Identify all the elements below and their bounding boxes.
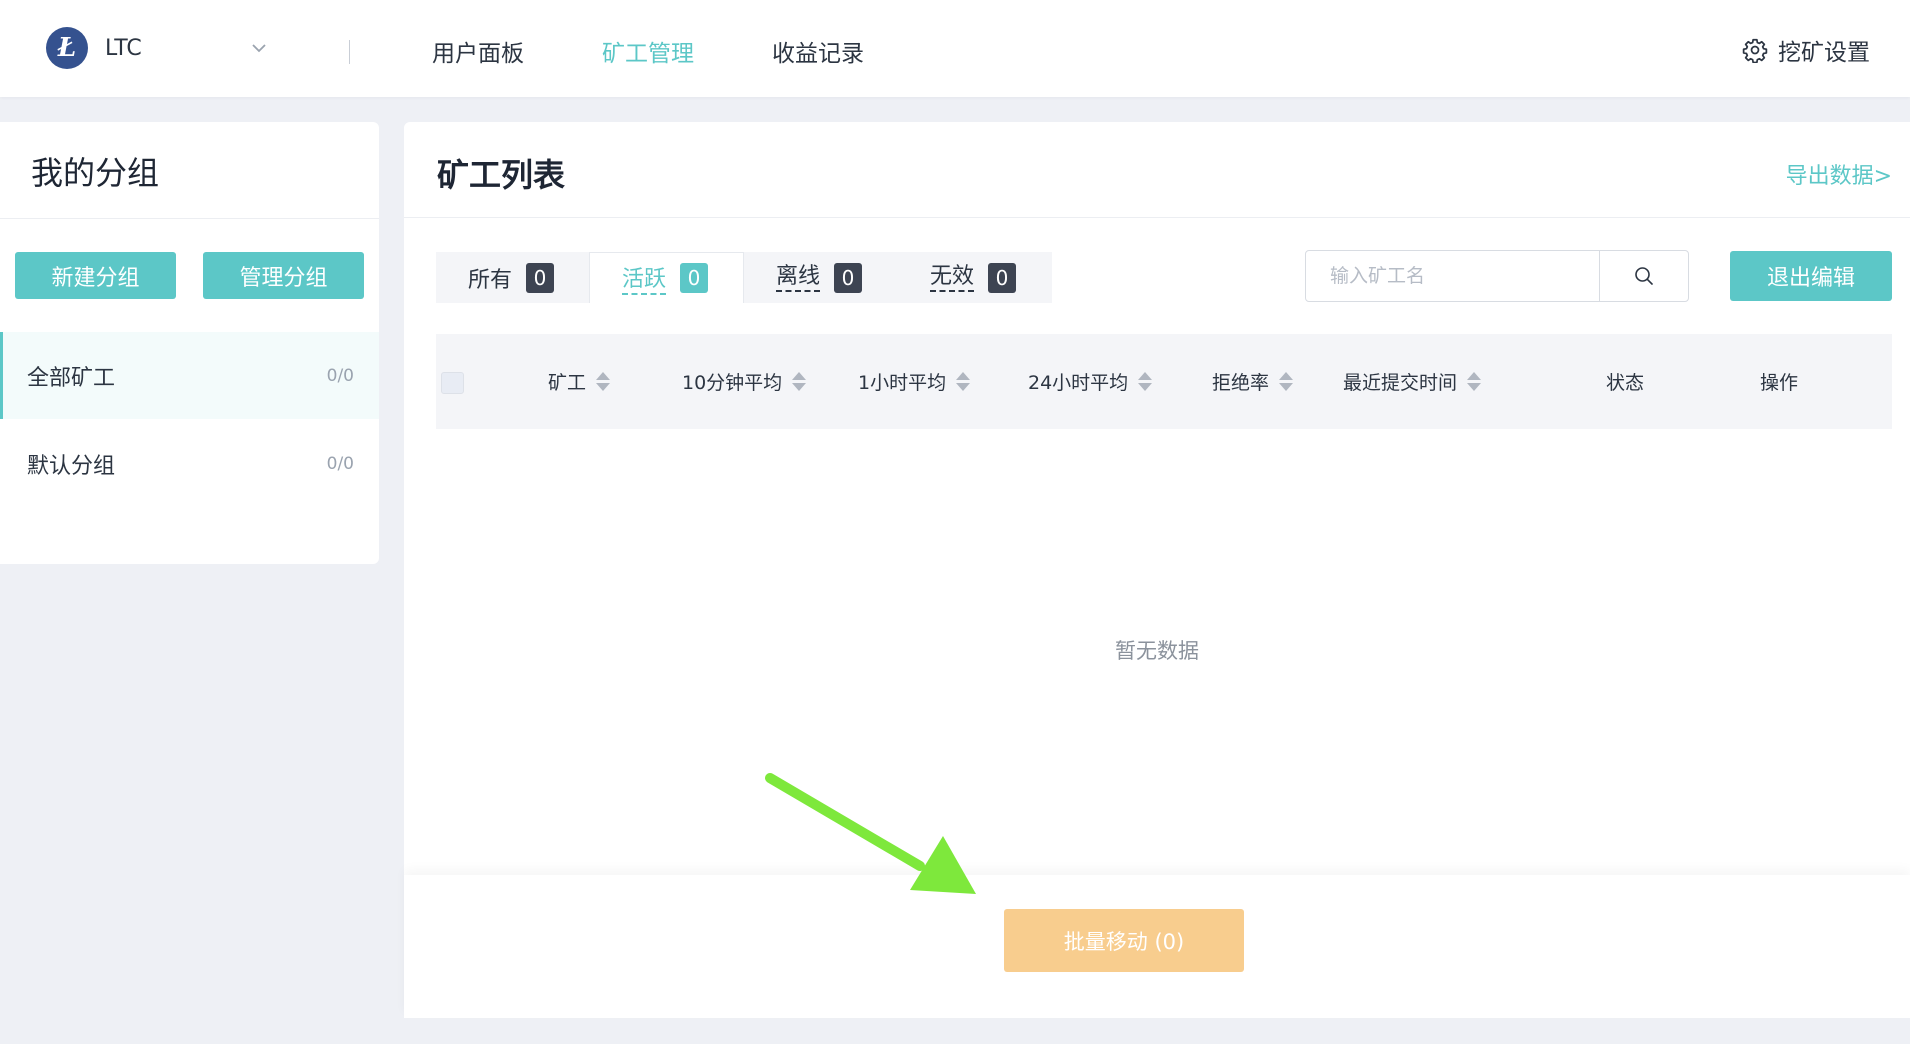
sidebar-item-count: 0/0 — [326, 365, 354, 386]
sidebar-item-default-group[interactable]: 默认分组 0/0 — [0, 420, 379, 507]
column-label: 10分钟平均 — [682, 372, 783, 394]
tab-count-badge: 0 — [680, 263, 709, 293]
column-header-actions: 操作 — [1760, 334, 1798, 429]
sort-icon[interactable] — [1467, 372, 1482, 391]
column-header-miner[interactable]: 矿工 — [548, 334, 611, 429]
top-navigation-bar: Ł LTC 用户面板 矿工管理 收益记录 挖矿设置 — [0, 0, 1910, 97]
mining-settings-label: 挖矿设置 — [1778, 40, 1870, 66]
group-sidebar: 我的分组 新建分组 管理分组 全部矿工 0/0 默认分组 0/0 — [0, 122, 379, 564]
column-label: 拒绝率 — [1212, 372, 1270, 394]
nav-user-dashboard[interactable]: 用户面板 — [432, 34, 524, 68]
exit-edit-button[interactable]: 退出编辑 — [1730, 251, 1892, 301]
select-all-checkbox[interactable] — [441, 372, 464, 394]
sidebar-divider — [0, 218, 379, 219]
tab-label: 离线 — [776, 264, 821, 292]
tab-active[interactable]: 活跃 0 — [589, 252, 744, 303]
column-header-status: 状态 — [1606, 334, 1644, 429]
chevron-down-icon[interactable] — [248, 37, 270, 59]
miner-search — [1305, 250, 1689, 302]
miner-list-panel: 矿工列表 导出数据> 所有 0 活跃 0 离线 0 无效 0 退出编辑 — [404, 122, 1910, 1018]
column-header-10min-avg[interactable]: 10分钟平均 — [682, 334, 807, 429]
sort-icon[interactable] — [596, 372, 611, 391]
manage-group-button[interactable]: 管理分组 — [203, 252, 364, 299]
tab-label: 无效 — [930, 264, 975, 292]
column-label: 状态 — [1606, 372, 1645, 394]
column-label: 操作 — [1760, 372, 1799, 394]
tab-label: 所有 — [468, 267, 513, 293]
column-label: 1小时平均 — [858, 372, 947, 394]
tab-count-badge: 0 — [834, 262, 863, 293]
batch-action-bar: 批量移动 (0) — [404, 875, 1910, 1018]
tab-all[interactable]: 所有 0 — [436, 252, 589, 303]
status-tabs: 所有 0 活跃 0 离线 0 无效 0 — [436, 252, 1052, 303]
sidebar-title: 我的分组 — [31, 154, 160, 192]
column-header-reject-rate[interactable]: 拒绝率 — [1212, 334, 1294, 429]
sidebar-item-count: 0/0 — [326, 453, 354, 474]
search-input[interactable] — [1306, 251, 1600, 301]
nav-earnings-records[interactable]: 收益记录 — [772, 34, 864, 68]
tab-invalid[interactable]: 无效 0 — [898, 252, 1052, 303]
miner-table-header: 矿工 10分钟平均 1小时平均 24小时平均 拒绝率 最近提交时间 状态 操作 — [436, 334, 1892, 429]
panel-divider — [404, 217, 1910, 218]
tab-offline[interactable]: 离线 0 — [744, 252, 898, 303]
litecoin-logo-icon: Ł — [46, 27, 88, 69]
tab-count-badge: 0 — [988, 262, 1017, 293]
search-button[interactable] — [1600, 251, 1688, 301]
export-data-link[interactable]: 导出数据> — [1786, 158, 1892, 190]
sort-icon[interactable] — [792, 372, 807, 391]
search-icon — [1635, 267, 1653, 285]
column-label: 矿工 — [548, 372, 587, 394]
column-label: 最近提交时间 — [1343, 372, 1458, 394]
empty-state-text: 暂无数据 — [1115, 639, 1199, 663]
tab-count-badge: 0 — [526, 262, 555, 293]
sort-icon[interactable] — [1279, 372, 1294, 391]
sidebar-item-label: 全部矿工 — [27, 365, 116, 391]
mining-settings-button[interactable]: 挖矿设置 — [1742, 33, 1870, 67]
column-header-24h-avg[interactable]: 24小时平均 — [1028, 334, 1153, 429]
column-header-last-submit[interactable]: 最近提交时间 — [1343, 334, 1482, 429]
new-group-button[interactable]: 新建分组 — [15, 252, 176, 299]
batch-move-button[interactable]: 批量移动 (0) — [1004, 909, 1244, 972]
coin-symbol: LTC — [105, 35, 142, 61]
column-header-1h-avg[interactable]: 1小时平均 — [858, 334, 971, 429]
sort-icon[interactable] — [956, 372, 971, 391]
sidebar-item-all-miners[interactable]: 全部矿工 0/0 — [0, 332, 379, 419]
coin-selector[interactable]: Ł LTC — [46, 27, 266, 69]
sidebar-item-label: 默认分组 — [27, 453, 116, 479]
page-title: 矿工列表 — [437, 156, 566, 194]
sort-icon[interactable] — [1138, 372, 1153, 391]
nav-miner-management[interactable]: 矿工管理 — [602, 34, 694, 68]
column-label: 24小时平均 — [1028, 372, 1129, 394]
tab-label: 活跃 — [622, 261, 667, 295]
gear-icon — [1742, 38, 1768, 63]
nav-divider — [349, 40, 350, 64]
